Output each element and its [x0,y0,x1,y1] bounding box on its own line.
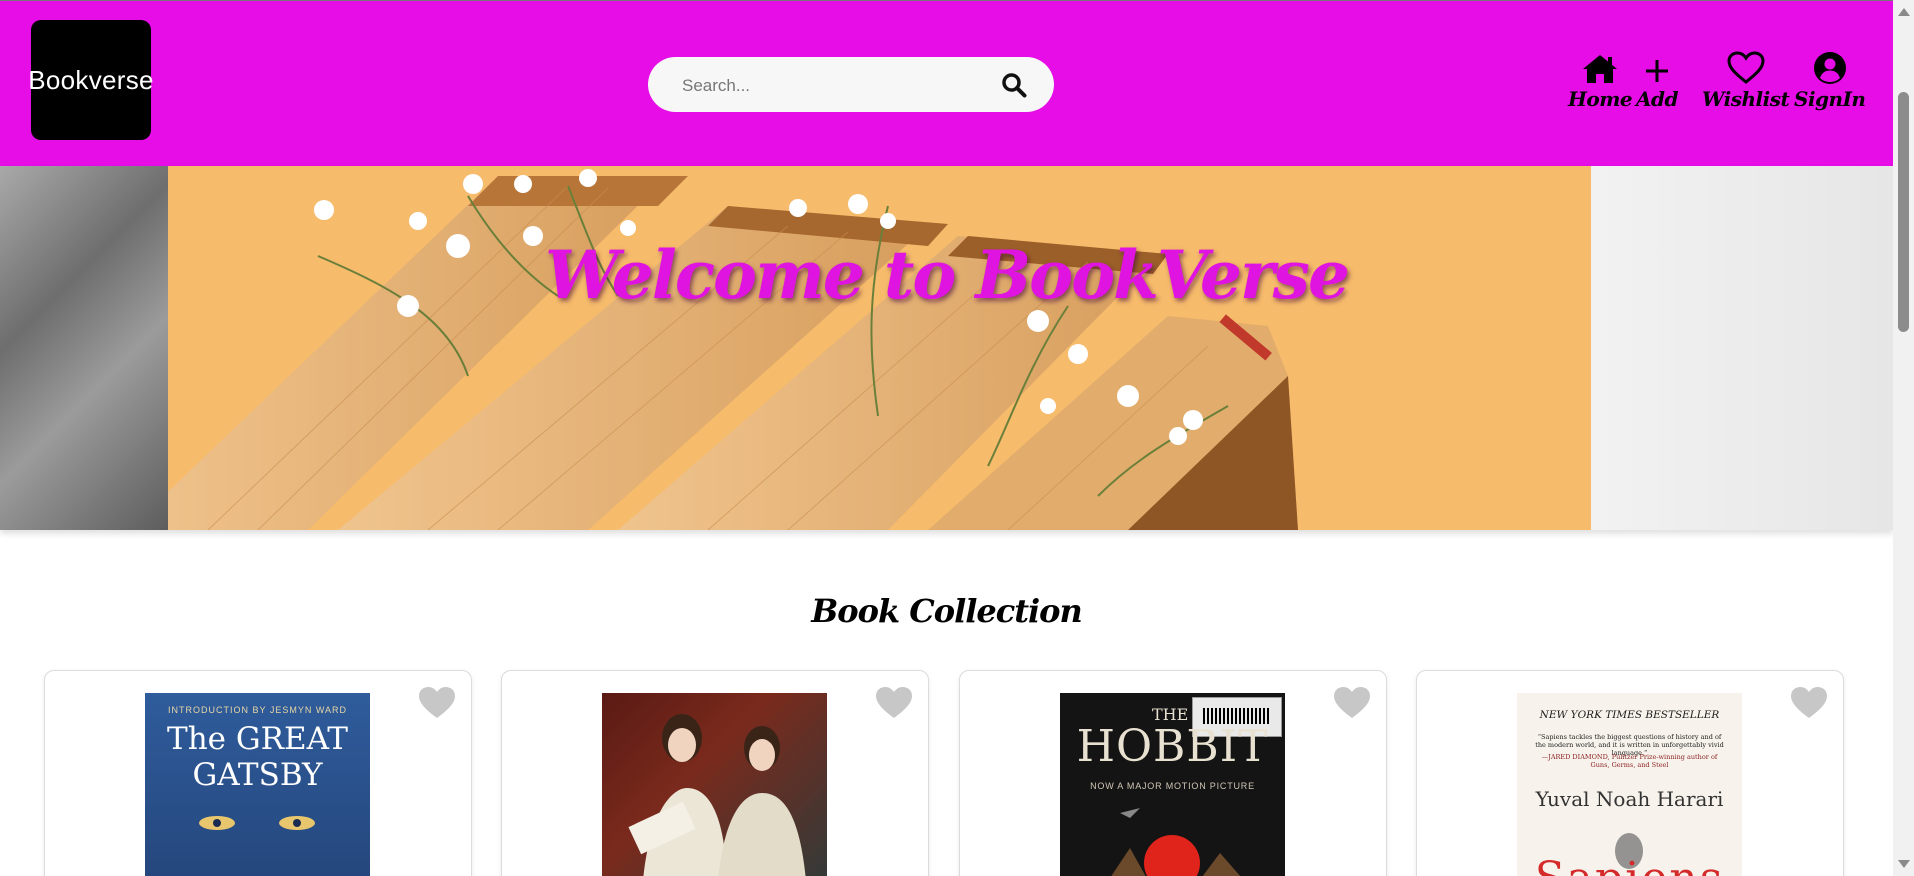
cover-painting-art [628,714,806,876]
cover-text: NEW YORK TIMES BESTSELLER [1539,709,1720,721]
cover-text: Yuval Noah Harari [1535,787,1724,811]
search-icon [1002,73,1027,98]
hero-stone-texture [0,166,168,530]
book-cover-image[interactable]: INTRODUCTION BY JESMYN WARD The GREAT GA… [145,693,370,876]
cover-dragon-art [1111,808,1241,876]
scroll-down-arrow-icon[interactable] [1898,860,1910,868]
favorite-button[interactable] [1789,685,1829,721]
favorite-button[interactable] [417,685,457,721]
heart-icon [876,687,912,718]
page: Bookverse Home [0,0,1893,876]
cover-text: GATSBY [192,757,323,793]
hero-title: Welcome to BookVerse [545,236,1350,314]
favorite-button[interactable] [874,685,914,721]
cover-text: The GREAT [167,721,348,757]
cover-eyes-art [199,816,315,830]
section-title: Book Collection [811,592,1083,630]
nav-home-label: Home [1568,87,1633,111]
heart-icon [1334,687,1370,718]
scroll-up-arrow-icon[interactable] [1898,8,1910,16]
nav-home[interactable]: Home [1568,49,1633,119]
heart-icon [1791,687,1827,718]
nav-wishlist[interactable]: Wishlist [1702,49,1790,119]
cover-text: HOBBIT [1076,721,1269,772]
search-bar [648,57,1054,114]
search-input[interactable] [680,57,994,114]
nav-add-label: Add [1636,87,1679,111]
hero-image-books-flowers [168,166,1591,530]
favorite-button[interactable] [1332,685,1372,721]
user-circle-icon [1813,49,1847,85]
nav-signin[interactable]: SignIn [1794,49,1866,119]
nav-wishlist-label: Wishlist [1702,87,1790,111]
book-cover-image[interactable]: THE HOBBIT NOW A MAJOR MOTION PICTURE [1060,693,1285,876]
cover-title: Sapiens [1517,853,1742,876]
brand-logo-text: Bookverse [28,64,154,95]
nav-add[interactable]: Add [1636,49,1679,119]
book-cover-image[interactable]: NEW YORK TIMES BESTSELLER “Sapiens tackl… [1517,693,1742,876]
hero-banner: Welcome to BookVerse [0,166,1893,530]
cover-text: INTRODUCTION BY JESMYN WARD [167,705,347,715]
top-navbar: Bookverse Home [0,0,1893,166]
book-cover-image[interactable] [602,693,827,876]
nav-signin-label: SignIn [1794,87,1866,111]
book-card[interactable]: NEW YORK TIMES BESTSELLER “Sapiens tackl… [1416,670,1844,876]
vertical-scrollbar[interactable] [1893,0,1914,876]
cover-text: —JARED DIAMOND, Pulitzer Prize-winning a… [1541,753,1718,769]
book-card[interactable]: THE HOBBIT NOW A MAJOR MOTION PICTURE [959,670,1387,876]
heart-icon [419,687,455,718]
scrollbar-thumb[interactable] [1898,92,1909,332]
plus-icon [1643,49,1671,85]
book-card[interactable]: INTRODUCTION BY JESMYN WARD The GREAT GA… [44,670,472,876]
brand-logo[interactable]: Bookverse [28,20,154,140]
hero-grey-background [1591,166,1893,530]
home-icon [1581,49,1619,85]
cover-text: NOW A MAJOR MOTION PICTURE [1090,781,1255,791]
book-card[interactable] [501,670,929,876]
heart-outline-icon [1726,49,1766,85]
search-button[interactable] [996,67,1032,103]
